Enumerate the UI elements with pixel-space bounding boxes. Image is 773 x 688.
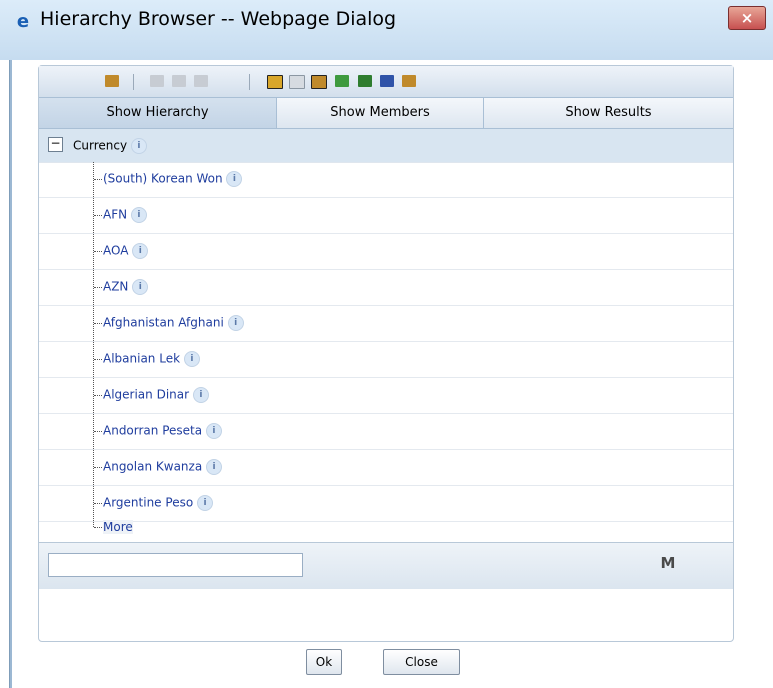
frame-border [10, 60, 12, 688]
tree-branch-line [94, 251, 102, 252]
tree-item-text[interactable]: Afghanistan Afghani [103, 316, 224, 330]
info-icon[interactable]: i [183, 351, 200, 367]
tree-branch-line [94, 395, 102, 396]
root-label-text[interactable]: Currency [73, 139, 127, 153]
tree-item-text[interactable]: Algerian Dinar [103, 388, 189, 402]
tree-item: Angolan Kwanza i [39, 450, 733, 486]
tab-show-members[interactable]: Show Members [277, 98, 484, 128]
tree-item: AZN i [39, 270, 733, 306]
toolbar-separator [133, 74, 134, 90]
search-footer: M [39, 542, 733, 589]
tree-item: Argentine Peso i [39, 486, 733, 522]
info-icon[interactable]: i [132, 279, 149, 295]
tree-item-text[interactable]: AZN [103, 280, 128, 294]
tree-item-label: Afghanistan Afghani i [103, 315, 244, 331]
hierarchy-tree: − Currency i (South) Korean Won i AFN i [39, 129, 733, 541]
tree-item: (South) Korean Won i [39, 162, 733, 198]
info-icon[interactable]: i [132, 243, 149, 259]
tree-root-label: Currency i [73, 138, 147, 154]
info-icon[interactable]: i [205, 423, 222, 439]
tree-branch-line [94, 287, 102, 288]
ok-button[interactable]: Ok [306, 649, 342, 675]
tree-item: AOA i [39, 234, 733, 270]
tree-branch-line [94, 527, 102, 528]
collapse-node-icon[interactable]: − [48, 137, 63, 152]
tab-show-results[interactable]: Show Results [484, 98, 733, 128]
toolbar-separator [249, 74, 250, 90]
tree-item-label: AFN i [103, 207, 147, 223]
tree-more-row: More [39, 520, 733, 541]
tree-item-label: Argentine Peso i [103, 495, 213, 511]
tree-branch-line [94, 431, 102, 432]
tree-view-icon[interactable] [335, 75, 349, 87]
tree-branch-line [94, 323, 102, 324]
tree-item-text[interactable]: Andorran Peseta [103, 424, 202, 438]
collapse-all-icon[interactable] [267, 75, 283, 89]
tree-item-label: AOA i [103, 243, 149, 259]
tree-item-label: Andorran Peseta i [103, 423, 222, 439]
tree-item: Andorran Peseta i [39, 414, 733, 450]
info-icon[interactable]: i [192, 387, 209, 403]
info-icon[interactable]: i [130, 207, 147, 223]
org-chart-icon[interactable] [358, 75, 372, 87]
tree-item-label: Algerian Dinar i [103, 387, 209, 403]
tree-branch-line [94, 179, 102, 180]
select-all-icon[interactable] [380, 75, 394, 87]
binoculars-icon[interactable]: M [659, 554, 677, 572]
find-hierarchy-icon[interactable] [105, 75, 119, 87]
tree-item-text[interactable]: AOA [103, 244, 128, 258]
expand-branch-icon[interactable] [311, 75, 327, 89]
properties-icon[interactable] [402, 75, 416, 87]
info-icon[interactable]: i [197, 495, 213, 511]
tree-item: AFN i [39, 198, 733, 234]
info-icon[interactable]: i [227, 315, 244, 331]
tree-branch-line [94, 467, 102, 468]
tree-item-text[interactable]: (South) Korean Won [103, 172, 223, 186]
tree-branch-line [94, 215, 102, 216]
info-icon[interactable]: i [226, 171, 243, 187]
tree-item-label: Angolan Kwanza i [103, 459, 223, 475]
tree-item-text[interactable]: Angolan Kwanza [103, 460, 202, 474]
info-icon[interactable]: i [206, 459, 223, 475]
close-button[interactable]: Close [383, 649, 460, 675]
tree-branch-line [94, 503, 102, 504]
ie-icon: e [16, 11, 30, 32]
tree-item-label: (South) Korean Won i [103, 171, 243, 187]
tree-item-text[interactable]: Argentine Peso [103, 496, 193, 510]
window-close-button[interactable]: × [728, 6, 766, 30]
tree-item-label: AZN i [103, 279, 149, 295]
expand-all-icon[interactable] [289, 75, 305, 89]
more-link[interactable]: More [103, 520, 133, 534]
tree-item: Albanian Lek i [39, 342, 733, 378]
hierarchy-panel: Show Hierarchy Show Members Show Results… [38, 65, 734, 642]
toolbar [39, 66, 733, 98]
sort-icon[interactable] [194, 75, 208, 87]
window-title: Hierarchy Browser -- Webpage Dialog [40, 8, 397, 30]
tree-root-row[interactable]: − Currency i [39, 129, 733, 163]
search-input[interactable] [48, 553, 303, 577]
dialog-client: Show Hierarchy Show Members Show Results… [9, 60, 764, 688]
tree-item-text[interactable]: AFN [103, 208, 127, 222]
tree-item-label: Albanian Lek i [103, 351, 200, 367]
tree-item: Algerian Dinar i [39, 378, 733, 414]
tree-item: Afghanistan Afghani i [39, 306, 733, 342]
tree-item-text[interactable]: Albanian Lek [103, 352, 180, 366]
info-icon[interactable]: i [130, 138, 147, 154]
title-bar: e Hierarchy Browser -- Webpage Dialog × [0, 0, 773, 60]
tree-branch-line [94, 359, 102, 360]
tab-bar: Show Hierarchy Show Members Show Results [39, 98, 733, 129]
expand-icon[interactable] [150, 75, 164, 87]
tab-show-hierarchy[interactable]: Show Hierarchy [39, 98, 277, 128]
collapse-icon[interactable] [172, 75, 186, 87]
